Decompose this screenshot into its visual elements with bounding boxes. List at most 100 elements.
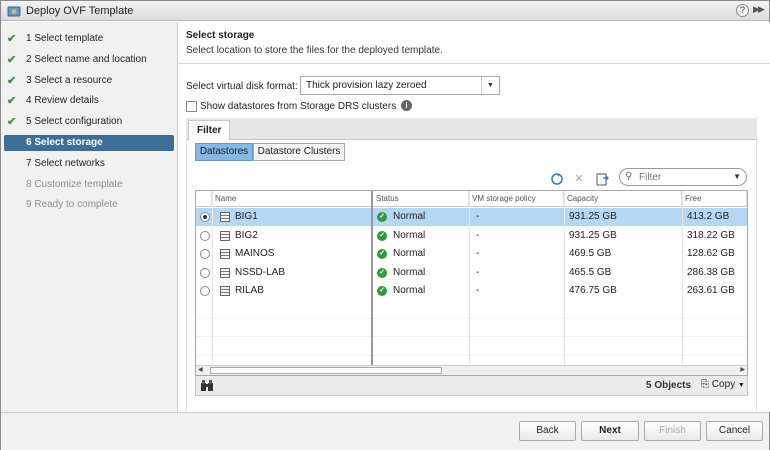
wizard-footer: Back Next Finish Cancel (1, 412, 769, 450)
status-cell: ✓ Normal (373, 208, 469, 226)
filter-input[interactable] (639, 171, 727, 184)
binoculars-icon[interactable] (201, 380, 213, 394)
wizard-step-label: 2 Select name and location (26, 53, 147, 65)
wizard-step[interactable]: 7 Select networks (4, 156, 174, 172)
datastore-icon (220, 230, 230, 241)
column-divider (682, 191, 683, 375)
capacity: 465.5 GB (569, 266, 612, 278)
free-space: 263.61 GB (687, 285, 735, 296)
wizard-step-label: 7 Select networks (26, 157, 105, 169)
storage-policy: - (476, 211, 480, 222)
copy-icon: ⎘ (701, 379, 709, 390)
scrollbar-thumb[interactable] (210, 367, 442, 374)
wizard-step-label: 9 Ready to complete (26, 199, 118, 211)
storage-policy: - (476, 266, 480, 278)
filter-search-box[interactable]: ⚲ ▼ (619, 168, 747, 186)
row-radio[interactable] (200, 212, 210, 222)
expand-icon[interactable]: ▶▶ (753, 4, 765, 15)
section-description: Select location to store the files for t… (186, 45, 443, 56)
clear-filter-icon[interactable]: ✕ (572, 172, 586, 186)
status-text: Normal (393, 285, 426, 296)
status-cell: ✓ Normal (373, 282, 469, 300)
datastore-icon (220, 249, 230, 259)
status-ok-icon: ✓ (377, 267, 387, 278)
free-space: 286.38 GB (687, 266, 735, 278)
export-icon[interactable] (595, 172, 609, 186)
copy-button[interactable]: ⎘ Copy ▼ (701, 379, 745, 390)
table-row[interactable]: BIG2 ✓ Normal - 931.25 GB 318.22 GB (196, 227, 747, 245)
disk-format-label: Select virtual disk format: (186, 81, 298, 92)
column-divider (564, 191, 565, 375)
next-button[interactable]: Next (581, 421, 639, 441)
wizard-step[interactable]: ✔ 4 Review details (4, 93, 174, 109)
wizard-step[interactable]: ✔ 1 Select template (4, 31, 174, 47)
wizard-step[interactable]: ✔ 3 Select a resource (4, 73, 174, 89)
wizard-step[interactable]: 9 Ready to complete (4, 197, 174, 213)
cancel-button[interactable]: Cancel (706, 421, 763, 441)
free-space: 128.62 GB (687, 248, 735, 259)
row-radio[interactable] (200, 267, 210, 278)
refresh-icon[interactable] (550, 172, 564, 186)
datastores-toggle-button[interactable]: Datastores (195, 143, 253, 161)
dropdown-arrow-icon[interactable]: ▼ (481, 77, 499, 94)
status-ok-icon: ✓ (377, 249, 387, 259)
status-ok-icon: ✓ (377, 286, 387, 296)
show-drs-checkbox[interactable] (186, 101, 197, 112)
checkmark-icon: ✔ (7, 53, 17, 66)
wizard-step-label: 1 Select template (26, 33, 104, 44)
show-drs-label: Show datastores from Storage DRS cluster… (200, 101, 397, 112)
filter-panel: Datastores Datastore Clusters ✕ ⚲ ▼ Name… (186, 140, 757, 411)
wizard-step[interactable]: ✔ 5 Select configuration (4, 114, 174, 130)
column-header-name[interactable]: Name (212, 191, 373, 207)
row-radio[interactable] (200, 286, 210, 296)
datastore-name: BIG1 (235, 211, 258, 222)
table-row[interactable]: MAINOS ✓ Normal - 469.5 GB 128.62 GB (196, 245, 747, 263)
table-footer: 5 Objects ⎘ Copy ▼ (195, 376, 748, 396)
chevron-down-icon[interactable]: ▼ (733, 172, 741, 181)
row-radio[interactable] (200, 249, 210, 259)
tab-filter[interactable]: Filter (188, 120, 231, 141)
wizard-step[interactable]: ✔ 2 Select name and location (4, 52, 174, 68)
column-splitter[interactable] (371, 191, 373, 375)
horizontal-scrollbar[interactable]: ◀ ▶ (196, 365, 747, 375)
scroll-left-icon[interactable]: ◀ (198, 366, 203, 373)
help-icon[interactable]: ? (736, 4, 749, 17)
free-space: 318.22 GB (687, 229, 735, 241)
chevron-down-icon: ▼ (737, 382, 745, 389)
scroll-right-icon[interactable]: ▶ (740, 366, 745, 373)
checkmark-icon: ✔ (7, 95, 17, 108)
finish-button[interactable]: Finish (644, 421, 701, 441)
status-ok-icon: ✓ (377, 212, 387, 222)
wizard-step[interactable]: 8 Customize template (4, 177, 174, 193)
storage-policy: - (476, 285, 480, 296)
divider (179, 63, 770, 64)
table-row[interactable]: RILAB ✓ Normal - 476.75 GB 263.61 GB (196, 282, 747, 300)
column-header-storage-policy[interactable]: VM storage policy (469, 191, 564, 207)
datastore-icon (220, 212, 230, 222)
column-header-free[interactable]: Free (682, 191, 747, 207)
wizard-step[interactable]: 6 Select storage (4, 135, 174, 151)
datastore-icon (220, 286, 230, 296)
wizard-step-label: 4 Review details (26, 95, 99, 107)
copy-label: Copy (711, 379, 736, 390)
column-header-status[interactable]: Status (373, 191, 469, 207)
table-row[interactable]: BIG1 ✓ Normal - 931.25 GB 413.2 GB (196, 208, 747, 226)
datastore-name: RILAB (235, 285, 264, 296)
status-cell: ✓ Normal (373, 264, 469, 282)
table-row[interactable]: NSSD-LAB ✓ Normal - 465.5 GB 286.38 GB (196, 264, 747, 282)
disk-format-select[interactable]: Thick provision lazy zeroed ▼ (300, 76, 500, 95)
ovf-template-icon (7, 6, 21, 17)
back-button[interactable]: Back (519, 421, 576, 441)
search-icon: ⚲ (625, 171, 633, 182)
empty-row (196, 319, 747, 337)
column-header-select (196, 191, 212, 207)
row-radio[interactable] (200, 230, 210, 241)
column-header-capacity[interactable]: Capacity (564, 191, 682, 207)
column-divider (212, 191, 213, 375)
datastore-clusters-toggle-button[interactable]: Datastore Clusters (253, 143, 345, 161)
info-icon[interactable]: i (401, 100, 412, 111)
datastore-table: Name Status VM storage policy Capacity F… (195, 190, 748, 376)
checkmark-icon: ✔ (7, 116, 17, 129)
deploy-ovf-dialog: Deploy OVF Template ? ▶▶ ✔ 1 Select templ… (0, 0, 770, 450)
status-cell: ✓ Normal (373, 227, 469, 245)
